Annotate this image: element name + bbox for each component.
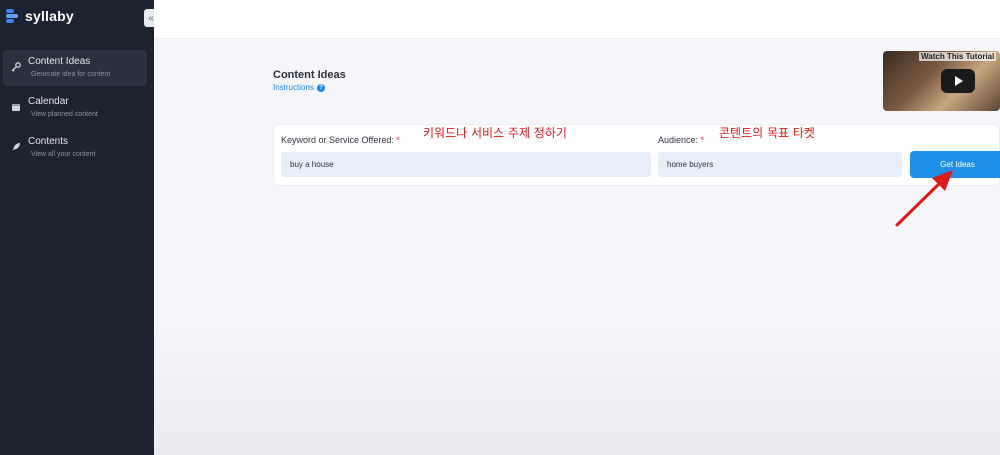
red-arrow-icon — [895, 170, 953, 227]
